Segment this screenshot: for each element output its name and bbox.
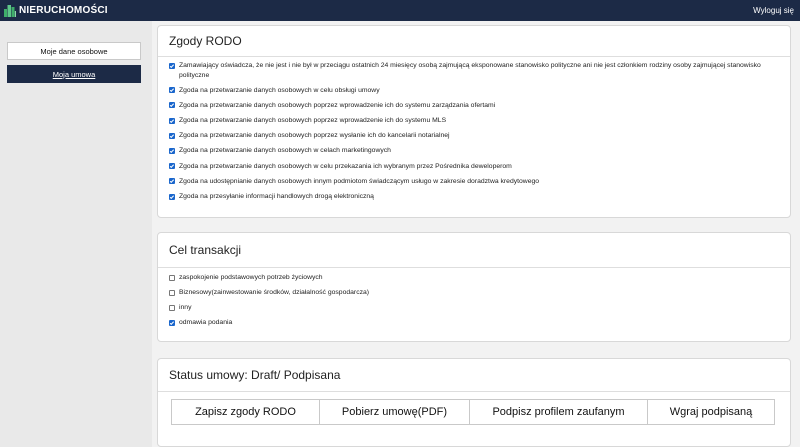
transaction-title: Cel transakcji — [169, 243, 242, 257]
transaction-option-label: zaspokojenie podstawowych potrzeb życiow… — [179, 274, 323, 281]
transaction-option: Biznesowy(zainwestowanie środków, działa… — [169, 288, 779, 298]
main-content: Zgody RODO Zamawiający oświadcza, że nie… — [152, 21, 800, 447]
consent-checkbox-commercial-info[interactable] — [169, 193, 175, 200]
sidebar-item-my-contract[interactable]: Moja umowa — [7, 65, 141, 83]
consent-item: Zgoda na przesyłanie informacji handlowy… — [169, 192, 779, 202]
transaction-checkbox-refuses[interactable] — [169, 319, 175, 326]
save-rodo-button[interactable]: Zapisz zgody RODO — [171, 399, 320, 425]
consent-checkbox-pep[interactable] — [169, 62, 175, 69]
transaction-options-list: zaspokojenie podstawowych potrzeb życiow… — [158, 268, 790, 328]
consent-checkbox-notary[interactable] — [169, 132, 175, 139]
consent-label: Zgoda na przetwarzanie danych osobowych … — [179, 132, 450, 140]
transaction-checkbox-other[interactable] — [169, 304, 175, 311]
logout-link[interactable]: Wyloguj się — [753, 6, 794, 15]
sidebar: Moje dane osobowe Moja umowa — [0, 21, 152, 447]
consent-label: Zamawiający oświadcza, że nie jest i nie… — [179, 62, 761, 79]
sign-trusted-profile-button[interactable]: Podpisz profilem zaufanym — [469, 399, 648, 425]
rodo-consents-card: Zgody RODO Zamawiający oświadcza, że nie… — [157, 25, 791, 218]
consent-label: Zgoda na przetwarzanie danych osobowych … — [179, 147, 391, 155]
consent-item: Zgoda na udostępnianie danych osobowych … — [169, 177, 779, 187]
rodo-consent-list: Zamawiający oświadcza, że nie jest i nie… — [158, 57, 790, 202]
consent-label: Zgoda na przesyłanie informacji handlowy… — [179, 193, 374, 200]
brand-logo[interactable]: NIERUCHOMOŚCI — [4, 4, 108, 17]
transaction-option: zaspokojenie podstawowych potrzeb życiow… — [169, 273, 779, 283]
transaction-option-label: odmawia podania — [179, 319, 233, 326]
consent-checkbox-credit[interactable] — [169, 178, 175, 185]
consent-item: Zgoda na przetwarzanie danych osobowych … — [169, 146, 779, 156]
transaction-option-label: inny — [179, 304, 192, 311]
transaction-option: odmawia podania — [169, 318, 779, 328]
transaction-checkbox-basic-needs[interactable] — [169, 274, 175, 281]
download-contract-button[interactable]: Pobierz umowę(PDF) — [319, 399, 470, 425]
consent-item: Zgoda na przetwarzanie danych osobowych … — [169, 116, 779, 126]
sidebar-item-personal-data[interactable]: Moje dane osobowe — [7, 42, 141, 60]
consent-checkbox-contract[interactable] — [169, 87, 175, 94]
status-title: Status umowy: Draft/ Podpisana — [169, 368, 341, 382]
buildings-icon — [4, 5, 16, 17]
transaction-option: inny — [169, 303, 779, 313]
rodo-title: Zgody RODO — [169, 34, 242, 48]
consent-item: Zamawiający oświadcza, że nie jest i nie… — [169, 61, 779, 80]
consent-label: Zgoda na udostępnianie danych osobowych … — [179, 177, 540, 185]
contract-status-card: Status umowy: Draft/ Podpisana Zapisz zg… — [157, 358, 791, 447]
brand-name: NIERUCHOMOŚCI — [19, 5, 108, 16]
consent-checkbox-offers-system[interactable] — [169, 102, 175, 109]
consent-item: Zgoda na przetwarzanie danych osobowych … — [169, 131, 779, 141]
consent-label: Zgoda na przetwarzanie danych osobowych … — [179, 117, 447, 125]
consent-checkbox-marketing[interactable] — [169, 147, 175, 154]
consent-item: Zgoda na przetwarzanie danych osobowych … — [169, 162, 779, 172]
transaction-option-label: Biznesowy(zainwestowanie środków, działa… — [179, 289, 370, 296]
upload-signed-button[interactable]: Wgraj podpisaną — [647, 399, 775, 425]
consent-label: Zgoda na przetwarzanie danych osobowych … — [179, 86, 380, 94]
consent-label: Zgoda na przetwarzanie danych osobowych … — [179, 101, 496, 109]
transaction-purpose-card: Cel transakcji zaspokojenie podstawowych… — [157, 232, 791, 342]
consent-item: Zgoda na przetwarzanie danych osobowych … — [169, 101, 779, 111]
consent-item: Zgoda na przetwarzanie danych osobowych … — [169, 86, 779, 96]
consent-label: Zgoda na przetwarzanie danych osobowych … — [179, 162, 512, 170]
contract-actions: Zapisz zgody RODO Pobierz umowę(PDF) Pod… — [158, 392, 790, 425]
consent-checkbox-mls[interactable] — [169, 117, 175, 124]
top-navbar: NIERUCHOMOŚCI Wyloguj się — [0, 0, 800, 21]
transaction-checkbox-business[interactable] — [169, 289, 175, 296]
consent-checkbox-developers[interactable] — [169, 163, 175, 170]
